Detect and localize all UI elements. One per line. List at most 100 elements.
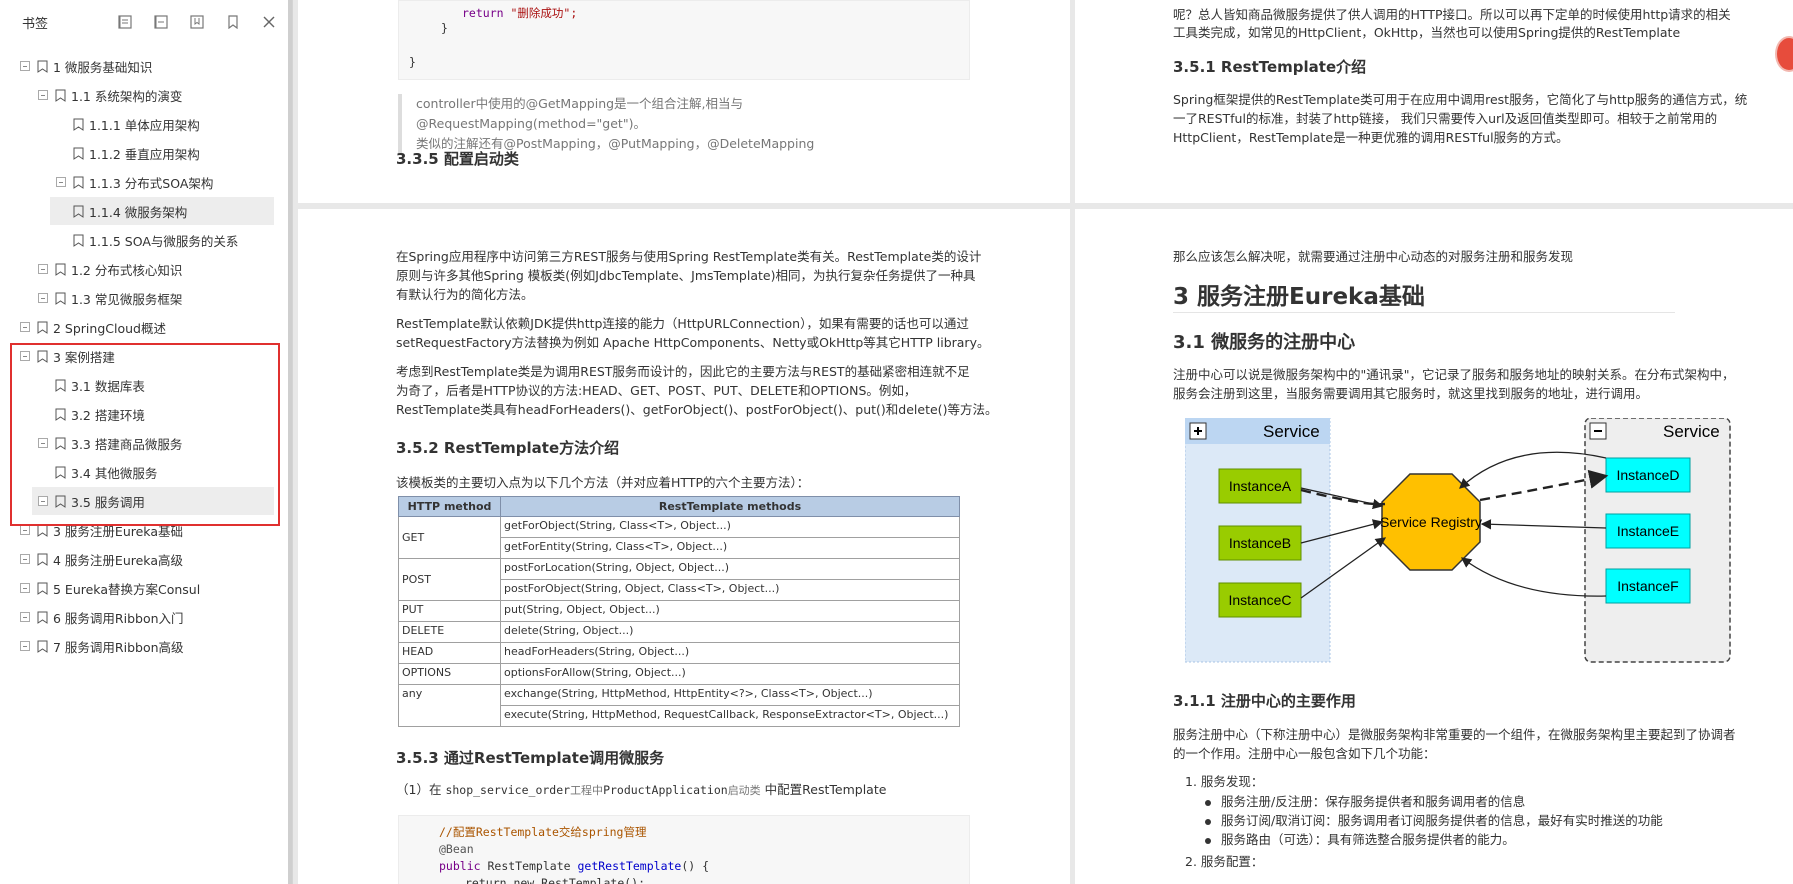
paragraph-line: 考虑到RestTemplate类是为调用REST服务而设计的，因此它的主要方法与… (396, 364, 970, 379)
rest-method-cell: execute(String, HttpMethod, RequestCallb… (500, 705, 960, 727)
rest-method-cell: postForObject(String, Object, Class<T>, … (500, 579, 960, 601)
table-header-row: HTTP method RestTemplate methods (398, 496, 960, 517)
sidebar-item[interactable]: 6 服务调用Ribbon入门 (20, 603, 280, 631)
sidebar-item[interactable]: 1.1 系统架构的演变 (38, 81, 280, 109)
expander-icon[interactable] (20, 351, 30, 361)
svg-text:Service Registry: Service Registry (1380, 514, 1482, 530)
paragraph-line: 工具类完成，如常见的HttpClient，OkHttp，当然也可以使用Sprin… (1173, 25, 1681, 40)
paragraph-line: 该模板类的主要切入点为以下几个方法（并对应着HTTP的六个主要方法）： (396, 475, 810, 490)
bookmark-icon (37, 524, 48, 537)
rest-method-cell: optionsForAllow(String, Object...) (500, 663, 960, 685)
sidebar-item-label: 3.4 其他微服务 (71, 465, 158, 481)
list-item: 服务订阅/取消订阅：服务调用者订阅服务提供者的信息，最好有实时推送的功能 (1205, 811, 1663, 831)
instance-d: InstanceD (1605, 457, 1691, 493)
code-block: return "删除成功"; } } (398, 0, 970, 80)
paragraph-line: 服务注册中心（下称注册中心）是微服务架构非常重要的一个组件，在微服务架构里主要起… (1173, 727, 1736, 742)
close-icon[interactable] (258, 11, 280, 33)
sidebar-item[interactable]: 5 Eureka替换方案Consul (20, 574, 280, 602)
paragraph-line: HttpClient，RestTemplate是一种更优雅的调用RESTful服… (1173, 130, 1569, 145)
paragraph-line: 呢？总人皆知商品微服务提供了供人调用的HTTP接口。所以可以再下定单的时候使用h… (1173, 7, 1731, 22)
sidebar-item[interactable]: 1.3 常见微服务框架 (38, 284, 280, 312)
sidebar-item[interactable]: 1 微服务基础知识 (20, 52, 280, 80)
sidebar-item[interactable]: 3.2 搭建环境 (38, 400, 280, 428)
column-header: RestTemplate methods (500, 496, 960, 517)
sidebar-item[interactable]: 1.1.4 微服务架构 (50, 197, 274, 225)
svg-text:InstanceC: InstanceC (1228, 592, 1291, 608)
paragraph-line: 有默认行为的简化方法。 (396, 287, 534, 302)
sidebar-item[interactable]: 1.1.1 单体应用架构 (56, 110, 280, 138)
sidebar-item-label: 5 Eureka替换方案Consul (53, 581, 201, 597)
expander-icon[interactable] (38, 293, 48, 303)
page-top-left: return "删除成功"; } } controller中使用的@GetMap… (298, 0, 1070, 203)
http-method-cell: OPTIONS (398, 663, 501, 685)
expander-icon[interactable] (20, 322, 30, 332)
sidebar-item[interactable]: 3.5 服务调用 (32, 487, 274, 515)
sidebar-item[interactable]: 3.4 其他微服务 (38, 458, 280, 486)
sidebar-item-label: 1.1.4 微服务架构 (89, 204, 188, 220)
bookmark-icon (73, 176, 84, 189)
bookmark-icon (55, 495, 66, 508)
expander-icon[interactable] (20, 525, 30, 535)
code-line: @Bean (439, 842, 474, 856)
bookmark-sidebar: 书签 1 微服务基础知识 1.1 系统架构的演变 1.1.1 单体应用架构 1.1.2… (0, 0, 293, 884)
sidebar-item-label: 3 案例搭建 (53, 349, 115, 365)
paragraph-line: 注册中心可以说是微服务架构中的"通讯录"，它记录了服务和服务地址的映射关系。在分… (1173, 367, 1735, 382)
floating-assistant-icon[interactable] (1775, 36, 1793, 72)
sidebar-scrollbar[interactable] (288, 0, 292, 884)
bookmark-icon (55, 89, 66, 102)
collapse-all-icon[interactable] (150, 11, 172, 33)
expander-icon[interactable] (38, 90, 48, 100)
svg-text:InstanceE: InstanceE (1617, 523, 1679, 539)
expander-icon[interactable] (56, 177, 66, 187)
http-method-cell: HEAD (398, 642, 501, 664)
bookmark-icon (73, 147, 84, 160)
http-method-cell: GET (398, 516, 501, 559)
chapter-heading: 3 服务注册Eureka基础 (1173, 284, 1425, 310)
sidebar-item-label: 1.1.2 垂直应用架构 (89, 146, 200, 162)
sidebar-item[interactable]: 3.1 数据库表 (38, 371, 280, 399)
pdf-reader-app: 书签 1 微服务基础知识 1.1 系统架构的演变 1.1.1 单体应用架构 1.1.2… (0, 0, 1793, 884)
sidebar-item[interactable]: 2 SpringCloud概述 (20, 313, 280, 341)
expand-all-icon[interactable] (114, 11, 136, 33)
expander-icon[interactable] (20, 554, 30, 564)
bookmark-icon[interactable] (222, 11, 244, 33)
sidebar-item[interactable]: 1.1.3 分布式SOA架构 (56, 168, 280, 196)
paragraph-line: RestTemplate类具有headForHeaders()、getForOb… (396, 402, 998, 417)
paragraph-line: 的一个作用。注册中心一般包含如下几个功能： (1173, 746, 1436, 761)
sidebar-item[interactable]: 3 案例搭建 (20, 342, 280, 370)
bookmark-icon (55, 379, 66, 392)
sidebar-item[interactable]: 7 服务调用Ribbon高级 (20, 632, 280, 660)
paragraph-line: 服务会注册到这里，当服务需要调用其它服务时，就这里找到服务的地址，进行调用。 (1173, 386, 1649, 401)
registry-diagram: Service Service InstanceA InstanceB Inst… (1185, 418, 1731, 663)
svg-text:InstanceD: InstanceD (1616, 467, 1679, 483)
expander-icon[interactable] (20, 583, 30, 593)
bookmark-add-icon[interactable] (186, 11, 208, 33)
sidebar-item[interactable]: 1.1.5 SOA与微服务的关系 (56, 226, 280, 254)
list-item: 服务注册/反注册：保存服务提供者和服务调用者的信息 (1205, 792, 1525, 812)
section-heading: 3.5.2 RestTemplate方法介绍 (396, 439, 620, 457)
bullet-icon (1205, 799, 1211, 806)
sidebar-item[interactable]: 3.3 搭建商品微服务 (38, 429, 280, 457)
sidebar-item[interactable]: 3 服务注册Eureka基础 (20, 516, 280, 544)
expander-icon[interactable] (38, 264, 48, 274)
sidebar-item-label: 3 服务注册Eureka基础 (53, 523, 183, 539)
sidebar-item[interactable]: 1.1.2 垂直应用架构 (56, 139, 280, 167)
code-line: public RestTemplate getRestTemplate() { (439, 859, 710, 873)
paragraph-line: Spring框架提供的RestTemplate类可用于在应用中调用rest服务，… (1173, 92, 1748, 107)
paragraph-line: RestTemplate默认依赖JDK提供http连接的能力（HttpURLCo… (396, 316, 969, 331)
list-item-text: 服务订阅/取消订阅：服务调用者订阅服务提供者的信息，最好有实时推送的功能 (1221, 813, 1663, 828)
expander-icon[interactable] (38, 438, 48, 448)
expander-icon[interactable] (38, 496, 48, 506)
paragraph-line: 在Spring应用程序中访问第三方REST服务与使用Spring RestTem… (396, 249, 982, 264)
list-item-text: 服务路由（可选）：具有筛选整合服务提供者的能力。 (1221, 832, 1515, 847)
expander-icon[interactable] (20, 61, 30, 71)
sidebar-item[interactable]: 1.2 分布式核心知识 (38, 255, 280, 283)
expander-icon[interactable] (20, 612, 30, 622)
expander-icon[interactable] (20, 641, 30, 651)
code-block: //配置RestTemplate交给spring管理 @Bean public … (398, 815, 970, 884)
http-method-cell: any (398, 684, 501, 727)
code-line: } (409, 55, 416, 69)
table-row: PUT put(String, Object, Object...) (398, 600, 960, 622)
list-item-text: 服务注册/反注册：保存服务提供者和服务调用者的信息 (1221, 794, 1526, 809)
sidebar-item[interactable]: 4 服务注册Eureka高级 (20, 545, 280, 573)
